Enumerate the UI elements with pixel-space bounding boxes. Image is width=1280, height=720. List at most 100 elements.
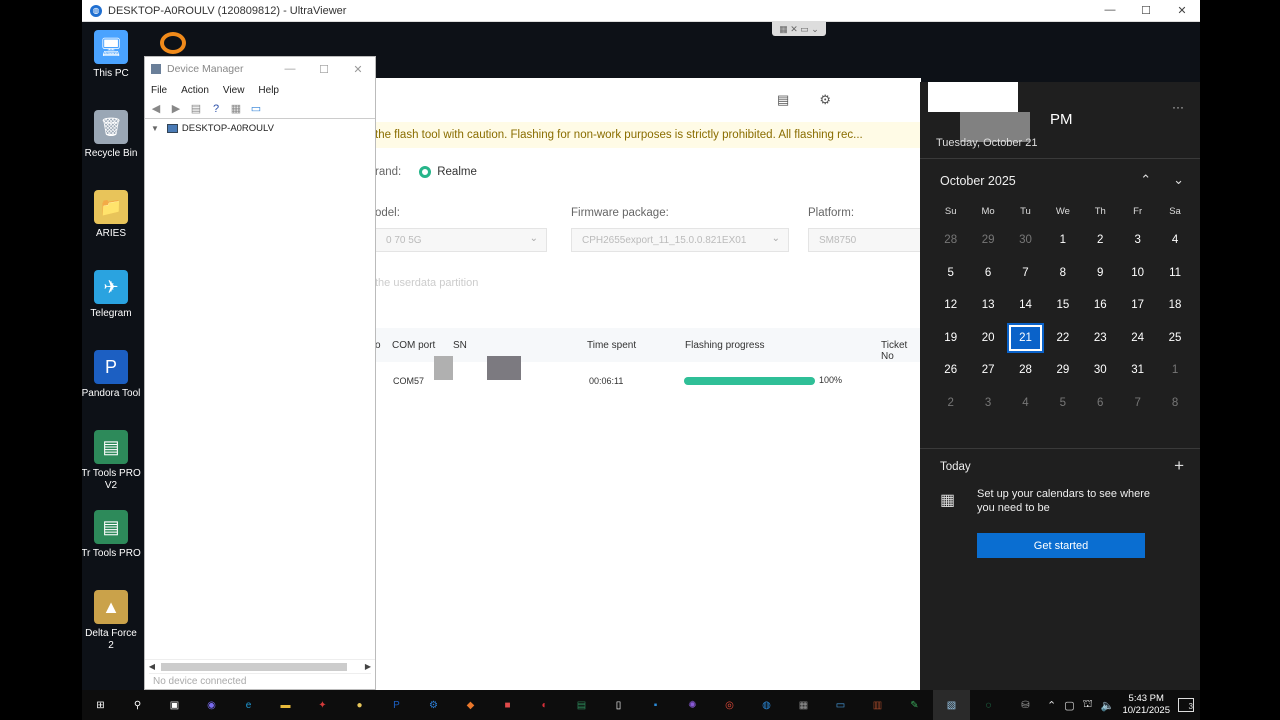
calendar-day[interactable]: 1 xyxy=(1044,225,1081,255)
maximize-button[interactable]: ☐ xyxy=(1128,4,1164,17)
calendar-day[interactable]: 22 xyxy=(1044,323,1081,353)
help-icon[interactable]: ? xyxy=(209,103,223,115)
notes-icon[interactable]: ▤ xyxy=(777,92,789,108)
scroll-thumb[interactable] xyxy=(161,662,347,671)
calendar-day[interactable]: 16 xyxy=(1082,290,1119,320)
calendar-day[interactable]: 17 xyxy=(1119,290,1156,320)
settings-icon[interactable]: ⚙ xyxy=(819,92,831,108)
taskbar-clock[interactable]: 5:43 PM 10/21/2025 xyxy=(1122,693,1170,717)
orange-app-icon[interactable] xyxy=(160,32,186,54)
calendar-day[interactable]: 6 xyxy=(1082,388,1119,418)
volume-icon[interactable]: 🔈 xyxy=(1101,699,1115,712)
expand-chevron-icon[interactable]: ▼ xyxy=(151,124,159,133)
calendar-day[interactable]: 2 xyxy=(1082,225,1119,255)
scroll-left-icon[interactable]: ◀ xyxy=(145,662,159,671)
calendar-day[interactable]: 2 xyxy=(932,388,969,418)
calendar-day[interactable]: 27 xyxy=(969,355,1006,385)
menu-help[interactable]: Help xyxy=(258,85,279,96)
back-arrow-icon[interactable]: ◀ xyxy=(149,102,163,115)
calendar-day[interactable]: 9 xyxy=(1082,258,1119,288)
next-month-icon[interactable]: ⌄ xyxy=(1173,172,1184,188)
calendar-day[interactable]: 8 xyxy=(1044,258,1081,288)
calendar-day[interactable]: 6 xyxy=(969,258,1006,288)
previous-month-icon[interactable]: ⌃ xyxy=(1140,172,1151,188)
close-button[interactable]: ✕ xyxy=(1164,4,1200,17)
minimize-button[interactable]: — xyxy=(1092,4,1128,17)
horizontal-scrollbar[interactable]: ◀ ▶ xyxy=(145,659,375,673)
desktop-icon[interactable]: 📁 ARIES xyxy=(82,190,141,240)
calendar-day[interactable]: 14 xyxy=(1007,290,1044,320)
calendar-day[interactable]: 25 xyxy=(1156,323,1193,353)
document-icon[interactable]: ▯ xyxy=(600,690,637,720)
task-view-icon[interactable]: ▣ xyxy=(156,690,193,720)
app-red-square-icon[interactable]: ■ xyxy=(489,690,526,720)
add-event-icon[interactable]: + xyxy=(1174,456,1184,476)
calendar-day[interactable]: 10 xyxy=(1119,258,1156,288)
calendar-day[interactable]: 30 xyxy=(1082,355,1119,385)
edge-icon[interactable]: e xyxy=(230,690,267,720)
calendar-day[interactable]: 7 xyxy=(1007,258,1044,288)
calendar-day[interactable]: 30 xyxy=(1007,225,1044,255)
get-started-button[interactable]: Get started xyxy=(977,533,1145,558)
calendar-day[interactable]: 23 xyxy=(1082,323,1119,353)
scroll-right-icon[interactable]: ▶ xyxy=(361,662,375,671)
calendar-day[interactable]: 5 xyxy=(932,258,969,288)
copilot-icon[interactable]: ◉ xyxy=(193,690,230,720)
firmware-select[interactable]: CPH2655export_11_15.0.0.821EX01 ⌄ xyxy=(571,228,789,252)
winrar-icon[interactable]: ▥ xyxy=(859,690,896,720)
notifications-icon[interactable]: 3 xyxy=(1178,698,1194,712)
view-icon[interactable]: ▦ xyxy=(229,102,243,115)
desktop-icon[interactable]: ▤ Tr Tools PRO xyxy=(82,510,141,560)
calendar-day[interactable]: 1 xyxy=(1156,355,1193,385)
desktop-icon[interactable]: ▲ Delta Force 2 xyxy=(82,590,141,652)
pandora-icon[interactable]: P xyxy=(378,690,415,720)
menu-view[interactable]: View xyxy=(223,85,245,96)
calendar-day[interactable]: 29 xyxy=(1044,355,1081,385)
desktop-icon[interactable]: P Pandora Tool xyxy=(82,350,141,400)
calendar-day[interactable]: 7 xyxy=(1119,388,1156,418)
desktop-icon[interactable]: 🗑 Recycle Bin xyxy=(82,110,141,160)
calendar-day[interactable]: 31 xyxy=(1119,355,1156,385)
chrome-icon[interactable]: ◎ xyxy=(711,690,748,720)
month-label[interactable]: October 2025 xyxy=(940,174,1016,188)
flash-tool-icon[interactable]: ◌ xyxy=(970,690,1007,720)
calendar-day[interactable]: 8 xyxy=(1156,388,1193,418)
app-purple-icon[interactable]: ✺ xyxy=(674,690,711,720)
userdata-option[interactable]: the userdata partition xyxy=(375,277,478,289)
platform-select[interactable]: SM8750 xyxy=(808,228,921,252)
calendar-day[interactable]: 18 xyxy=(1156,290,1193,320)
calendar-day-today[interactable]: 21 xyxy=(1006,322,1045,353)
app-red-round-icon[interactable]: ◐ xyxy=(526,690,563,720)
app-network-icon[interactable]: ⛁ xyxy=(1007,690,1044,720)
app-gray-icon[interactable]: ▦ xyxy=(785,690,822,720)
calendar-day[interactable]: 13 xyxy=(969,290,1006,320)
desktop-icon[interactable]: 🖥 This PC xyxy=(82,30,141,80)
tray-chevron-icon[interactable]: ⌃ xyxy=(1047,699,1056,712)
app-red-icon[interactable]: ✦ xyxy=(304,690,341,720)
calendar-day[interactable]: 3 xyxy=(969,388,1006,418)
calendar-day[interactable]: 19 xyxy=(932,323,969,353)
app-window-icon[interactable]: ▭ xyxy=(822,690,859,720)
calendar-day[interactable]: 15 xyxy=(1044,290,1081,320)
calendar-day[interactable]: 24 xyxy=(1119,323,1156,353)
tray-app-icon[interactable]: ▢ xyxy=(1064,699,1074,712)
more-options-icon[interactable]: ··· xyxy=(1172,100,1184,114)
forward-arrow-icon[interactable]: ▶ xyxy=(169,102,183,115)
tr-tools-icon[interactable]: ▤ xyxy=(563,690,600,720)
app-green-icon[interactable]: ✎ xyxy=(896,690,933,720)
calendar-day[interactable]: 12 xyxy=(932,290,969,320)
ultraviewer-icon[interactable]: ◍ xyxy=(748,690,785,720)
calendar-day[interactable]: 3 xyxy=(1119,225,1156,255)
start-icon[interactable]: ⊞ xyxy=(82,690,119,720)
calendar-day[interactable]: 28 xyxy=(932,225,969,255)
calendar-day[interactable]: 28 xyxy=(1007,355,1044,385)
maximize-button[interactable]: ☐ xyxy=(307,63,341,76)
settings-icon[interactable]: ⚙ xyxy=(415,690,452,720)
device-manager-icon[interactable]: ▧ xyxy=(933,690,970,720)
calendar-day[interactable]: 29 xyxy=(969,225,1006,255)
menu-action[interactable]: Action xyxy=(181,85,209,96)
calendar-day[interactable]: 4 xyxy=(1156,225,1193,255)
monitor-icon[interactable]: ▭ xyxy=(249,102,263,115)
brand-radio[interactable] xyxy=(419,166,432,178)
calendar-day[interactable]: 11 xyxy=(1156,258,1193,288)
